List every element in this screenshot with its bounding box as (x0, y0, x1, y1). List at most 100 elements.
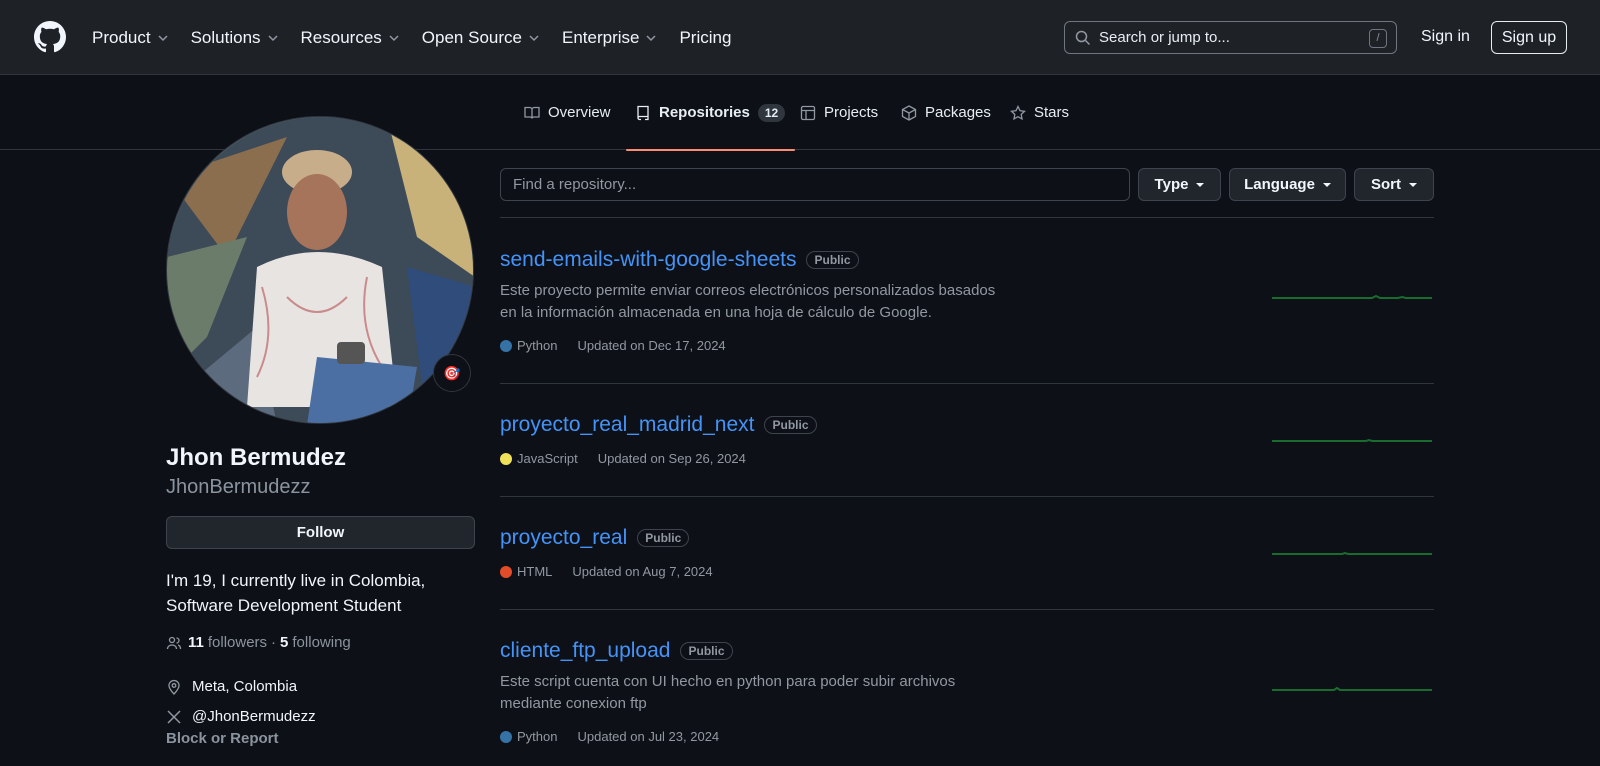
block-or-report-link[interactable]: Block or Report (166, 730, 279, 747)
sign-up-button[interactable]: Sign up (1491, 21, 1567, 54)
activity-sparkline-icon (1272, 438, 1432, 442)
nav-enterprise-label: Enterprise (561, 27, 640, 47)
repo-language: Python (517, 729, 558, 744)
location-icon (168, 679, 180, 695)
tab-packages-label: Packages (925, 104, 991, 121)
chevron-down-icon (389, 34, 399, 41)
repo-name-link[interactable]: cliente_ftp_upload (500, 639, 670, 663)
caret-down-icon (1322, 182, 1331, 187)
tab-repositories-label: Repositories (659, 104, 750, 121)
tab-projects[interactable]: Projects (800, 75, 878, 150)
profile-bio: I'm 19, I currently live in Colombia, So… (166, 571, 426, 615)
avatar-container: 🎯 (166, 116, 474, 424)
language-color-dot (500, 452, 512, 465)
repo-updated: Updated on Jul 23, 2024 (577, 729, 720, 744)
divider (500, 217, 1434, 218)
repo-updated: Updated on Sep 26, 2024 (597, 451, 746, 466)
language-dropdown[interactable]: Language (1229, 168, 1346, 201)
repo-updated: Updated on Aug 7, 2024 (572, 564, 713, 579)
language-dropdown-label: Language (1244, 176, 1315, 193)
tab-packages[interactable]: Packages (901, 75, 991, 150)
nav-product[interactable]: Product (92, 28, 169, 48)
follow-stats: 11 followers · 5 following (166, 634, 351, 651)
repo-description: Este script cuenta con UI hecho en pytho… (500, 673, 956, 712)
tab-projects-label: Projects (824, 104, 879, 121)
github-logo-icon[interactable] (34, 21, 66, 53)
caret-down-icon (1196, 182, 1205, 187)
nav-open-source-label: Open Source (421, 27, 522, 47)
follow-button[interactable]: Follow (166, 516, 475, 549)
repo-name-link[interactable]: send-emails-with-google-sheets (500, 248, 796, 272)
activity-sparkline-icon (1272, 294, 1432, 299)
profile-twitter[interactable]: @JhonBermudezz (166, 708, 316, 725)
nav-open-source[interactable]: Open Source (422, 28, 540, 48)
language-color-dot (500, 565, 512, 578)
repo-description: Este proyecto permite enviar correos ele… (500, 282, 996, 321)
following-label: following (292, 634, 351, 651)
visibility-badge: Public (806, 251, 859, 269)
repo-name-link[interactable]: proyecto_real_madrid_next (500, 413, 754, 437)
caret-down-icon (1409, 182, 1417, 187)
sign-in-link[interactable]: Sign in (1421, 28, 1470, 46)
following-count: 5 (280, 634, 289, 651)
nav-resources[interactable]: Resources (301, 28, 400, 48)
tab-stars-label: Stars (1034, 104, 1070, 121)
visibility-badge: Public (680, 642, 733, 660)
location-text: Meta, Colombia (192, 678, 298, 695)
nav-solutions-label: Solutions (190, 27, 261, 47)
divider (500, 496, 1434, 497)
language-color-dot (500, 730, 512, 743)
repo-language: Python (517, 338, 558, 353)
site-header: Product Solutions Resources Open Source … (0, 0, 1600, 75)
star-icon (1010, 104, 1026, 120)
x-twitter-icon (167, 709, 181, 724)
followers-count: 11 (188, 634, 204, 651)
search-shortcut-key: / (1369, 29, 1387, 48)
find-repository-input[interactable]: Find a repository... (500, 168, 1130, 201)
tab-overview[interactable]: Overview (524, 75, 611, 150)
repo-updated: Updated on Dec 17, 2024 (577, 338, 726, 353)
tab-repositories[interactable]: Repositories 12 (626, 75, 796, 151)
book-icon (524, 106, 540, 119)
tab-stars[interactable]: Stars (1010, 75, 1069, 150)
repo-language: HTML (517, 564, 553, 579)
profile-name: Jhon Bermudez (166, 444, 347, 471)
repo-name-link[interactable]: proyecto_real (500, 526, 627, 550)
type-dropdown-label: Type (1154, 176, 1189, 193)
chevron-down-icon (529, 34, 539, 41)
search-placeholder: Search or jump to... (1099, 29, 1230, 46)
repo-language: JavaScript (517, 451, 578, 466)
table-icon (800, 105, 816, 120)
avatar[interactable] (166, 116, 474, 424)
visibility-badge: Public (637, 529, 690, 547)
type-dropdown[interactable]: Type (1138, 168, 1221, 201)
tab-overview-label: Overview (548, 104, 611, 121)
search-input[interactable]: Search or jump to... / (1064, 21, 1397, 54)
language-color-dot (500, 339, 512, 352)
follow-separator: · (271, 634, 277, 651)
profile-location: Meta, Colombia (166, 678, 297, 695)
profile-login: JhonBermudezz (166, 476, 311, 498)
chevron-down-icon (268, 34, 278, 41)
activity-sparkline-icon (1272, 551, 1432, 555)
search-icon (1075, 30, 1091, 45)
avatar-photo-icon (167, 117, 473, 423)
twitter-handle: @JhonBermudezz (192, 708, 316, 725)
main-nav: Product Solutions Resources Open Source … (92, 0, 753, 75)
status-emoji-button[interactable]: 🎯 (433, 354, 471, 392)
sort-dropdown[interactable]: Sort (1354, 168, 1434, 201)
nav-enterprise[interactable]: Enterprise (562, 28, 657, 48)
following-link[interactable]: 5 following (280, 634, 351, 651)
nav-pricing-label: Pricing (679, 27, 732, 47)
divider (500, 383, 1434, 384)
divider (500, 609, 1434, 610)
people-icon (166, 636, 182, 649)
chevron-down-icon (646, 34, 656, 41)
nav-solutions[interactable]: Solutions (191, 28, 279, 48)
chevron-down-icon (158, 34, 168, 41)
followers-link[interactable]: 11 followers (188, 634, 267, 651)
nav-resources-label: Resources (300, 27, 382, 47)
visibility-badge: Public (764, 416, 817, 434)
sort-dropdown-label: Sort (1371, 176, 1401, 193)
nav-pricing[interactable]: Pricing (679, 28, 731, 48)
